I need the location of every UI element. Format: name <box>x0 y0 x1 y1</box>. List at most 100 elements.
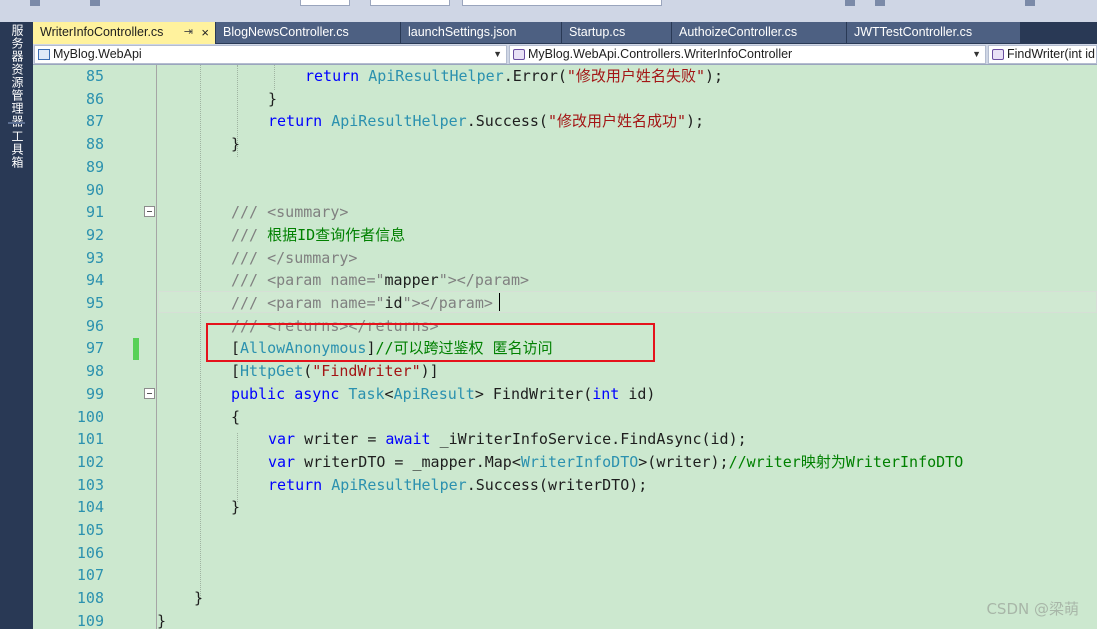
line-number: 106 <box>76 543 104 562</box>
toolbar-combo[interactable] <box>462 0 662 6</box>
code-token: await <box>385 430 431 449</box>
toolbar-icon[interactable] <box>845 0 855 6</box>
line-number: 88 <box>85 135 104 154</box>
code-token: } <box>268 89 278 108</box>
line-number: 104 <box>76 498 104 517</box>
code-token: ApiResultHelper <box>331 112 467 131</box>
class-name: MyBlog.WebApi.Controllers.WriterInfoCont… <box>528 47 793 61</box>
toolbar-combo[interactable] <box>300 0 350 6</box>
line-number: 96 <box>85 316 104 335</box>
code-token: } <box>231 498 241 517</box>
tab-blognewscontroller[interactable]: BlogNewsController.cs <box>216 22 401 43</box>
line-number: 87 <box>85 112 104 131</box>
tab-writerinfocontroller[interactable]: WriterInfoController.cs ⇥ × <box>33 22 216 44</box>
code-line: var writer = await _iWriterInfoService.F… <box>268 428 747 451</box>
code-line: } <box>231 496 240 519</box>
text-caret <box>499 293 500 311</box>
line-number: 85 <box>85 67 104 85</box>
code-editor[interactable]: return ApiResultHelper.Error("修改用户姓名失败")… <box>33 65 1097 629</box>
code-token: Task <box>348 384 385 403</box>
server-explorer-tab[interactable]: 服务器资源管理器 <box>9 24 26 128</box>
class-dropdown[interactable]: MyBlog.WebApi.Controllers.WriterInfoCont… <box>509 45 986 64</box>
line-number: 109 <box>76 611 104 629</box>
code-token: .Success(writerDTO); <box>466 475 648 494</box>
code-token: /// </summary> <box>231 248 358 267</box>
toolbar-combo[interactable] <box>370 0 450 6</box>
code-token: /// <box>231 225 268 244</box>
line-number: 105 <box>76 521 104 539</box>
code-token: 根据ID查询作者信息 <box>267 225 406 244</box>
toolbox-tab[interactable]: 工具箱 <box>9 130 26 169</box>
close-icon[interactable]: × <box>201 22 209 43</box>
code-line: public async Task<ApiResult> FindWriter(… <box>231 383 655 406</box>
code-token: >(writer); <box>638 452 729 471</box>
code-line: } <box>194 587 203 610</box>
tab-authoizecontroller[interactable]: AuthoizeController.cs <box>672 22 847 43</box>
toolbar-icon[interactable] <box>30 0 40 6</box>
code-token: return <box>268 112 323 131</box>
line-number: 90 <box>85 180 104 199</box>
toolbar-icon[interactable] <box>875 0 885 6</box>
code-token: ApiResultHelper <box>331 475 467 494</box>
tab-startup[interactable]: Startup.cs <box>562 22 672 43</box>
code-token: [ <box>231 362 241 381</box>
watermark: CSDN @梁萌 <box>986 600 1079 618</box>
code-token: return <box>305 67 360 85</box>
tab-label: BlogNewsController.cs <box>223 25 349 39</box>
code-line: var writerDTO = _mapper.Map<WriterInfoDT… <box>268 451 963 474</box>
code-token: ApiResultHelper <box>368 67 504 85</box>
side-tool-strip: 服务器资源管理器 工具箱 <box>0 22 33 629</box>
code-token: ApiResult <box>393 384 475 403</box>
code-token: { <box>231 407 241 426</box>
pin-icon[interactable]: ⇥ <box>184 22 193 43</box>
code-token: /// <summary> <box>231 203 349 222</box>
code-token: ); <box>704 67 724 85</box>
code-token: ); <box>686 112 705 131</box>
line-number: 99 <box>85 384 104 403</box>
chevron-down-icon: ▼ <box>493 49 502 59</box>
line-number: 107 <box>76 566 104 585</box>
collapse-icon[interactable] <box>144 206 155 217</box>
toolbar-icon[interactable] <box>1025 0 1035 6</box>
code-line: } <box>268 88 277 111</box>
toolbar <box>0 0 1097 22</box>
line-number: 98 <box>85 362 104 381</box>
member-name: FindWriter(int id <box>1007 47 1095 61</box>
code-token: var <box>268 452 296 471</box>
code-token: writerDTO = _mapper.Map< <box>295 452 521 471</box>
code-token: WriterInfoDTO <box>520 452 639 471</box>
collapse-icon[interactable] <box>144 388 155 399</box>
code-token: /// <param name=" <box>231 294 385 312</box>
code-token: > FindWriter( <box>474 384 593 403</box>
code-token: int <box>592 384 620 403</box>
code-token: return <box>268 475 323 494</box>
member-dropdown[interactable]: FindWriter(int id <box>988 45 1097 64</box>
line-number: 108 <box>76 589 104 608</box>
code-line: } <box>231 133 240 156</box>
code-token: writer = <box>295 430 386 449</box>
code-line: return ApiResultHelper.Success("修改用户姓名成功… <box>268 110 704 133</box>
code-token: "></param> <box>402 294 493 312</box>
project-dropdown[interactable]: MyBlog.WebApi ▼ <box>34 45 507 64</box>
class-icon <box>513 49 525 60</box>
tab-launchsettings[interactable]: launchSettings.json <box>401 22 562 43</box>
line-number: 94 <box>85 271 104 290</box>
tab-label: JWTTestController.cs <box>854 25 973 39</box>
toolbar-icon[interactable] <box>90 0 100 6</box>
annotation-highlight-box <box>206 323 655 362</box>
code-token: } <box>194 589 204 608</box>
code-token: .Error( <box>503 67 567 85</box>
chevron-down-icon: ▼ <box>972 49 981 59</box>
navigation-bar: MyBlog.WebApi ▼ MyBlog.WebApi.Controller… <box>33 44 1097 65</box>
code-token: < <box>384 384 394 403</box>
code-token: public <box>231 384 286 403</box>
line-number: 93 <box>85 248 104 267</box>
code-token: var <box>268 430 296 449</box>
code-line: /// </summary> <box>231 247 357 270</box>
indent-guide <box>200 65 201 600</box>
tab-jwttestcontroller[interactable]: JWTTestController.cs <box>847 22 1021 43</box>
code-line: return ApiResultHelper.Success(writerDTO… <box>268 474 647 497</box>
